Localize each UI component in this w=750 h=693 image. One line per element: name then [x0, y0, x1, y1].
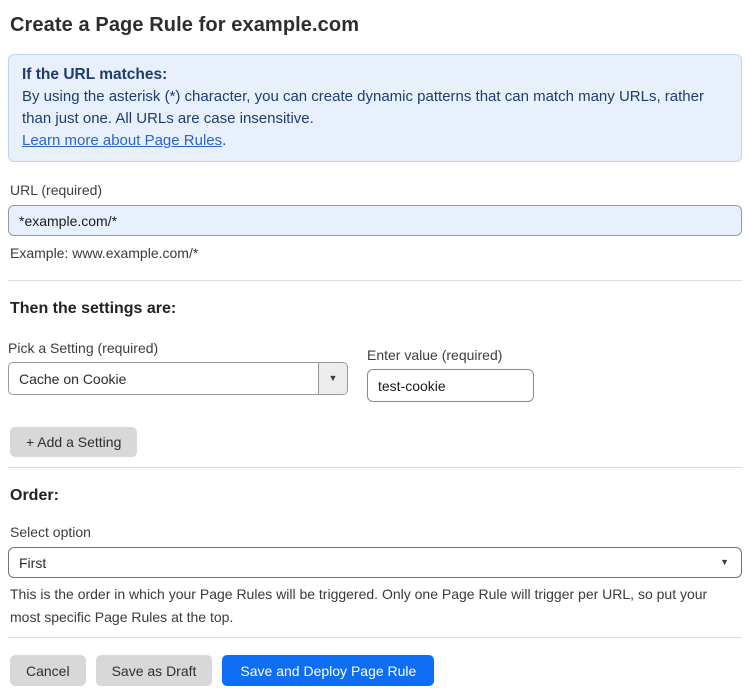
order-select[interactable]: First ▼ [8, 547, 742, 578]
save-and-deploy-button[interactable]: Save and Deploy Page Rule [222, 655, 435, 686]
setting-picker-column: Pick a Setting (required) Cache on Cooki… [8, 340, 348, 402]
order-helper-text: This is the order in which your Page Rul… [10, 586, 708, 625]
add-setting-button[interactable]: + Add a Setting [10, 427, 138, 457]
link-suffix: . [222, 132, 227, 149]
url-input[interactable] [8, 205, 742, 236]
settings-row: Pick a Setting (required) Cache on Cooki… [8, 340, 742, 402]
footer-button-row: Cancel Save as Draft Save and Deploy Pag… [10, 655, 742, 686]
divider [8, 280, 742, 281]
setting-value-label: Enter value (required) [367, 347, 503, 363]
info-box-link-line: Learn more about Page Rules. [22, 130, 728, 152]
order-select-value: First [19, 554, 47, 571]
setting-value-input[interactable] [367, 369, 534, 402]
setting-select-arrow-button[interactable]: ▼ [318, 363, 347, 394]
page-title: Create a Page Rule for example.com [10, 14, 360, 36]
url-match-info-box: If the URL matches: By using the asteris… [8, 54, 742, 162]
setting-select[interactable]: Cache on Cookie ▼ [8, 362, 348, 395]
chevron-down-icon: ▼ [720, 557, 729, 567]
info-box-heading: If the URL matches: [22, 66, 168, 83]
url-field-label: URL (required) [10, 182, 103, 198]
order-select-label: Select option [10, 524, 91, 540]
info-box-body: By using the asterisk (*) character, you… [22, 88, 704, 127]
cancel-button[interactable]: Cancel [10, 655, 86, 686]
save-as-draft-button[interactable]: Save as Draft [95, 655, 213, 686]
url-helper-text: Example: www.example.com/* [10, 245, 199, 261]
order-section-heading: Order: [10, 487, 59, 504]
setting-select-value: Cache on Cookie [19, 370, 127, 387]
settings-section-heading: Then the settings are: [10, 300, 177, 317]
create-page-rule-panel: Create a Page Rule for example.com If th… [0, 0, 750, 686]
chevron-down-icon: ▼ [328, 373, 338, 383]
setting-value-column: Enter value (required) [367, 347, 534, 402]
setting-picker-label: Pick a Setting (required) [8, 340, 159, 356]
divider [8, 467, 742, 468]
learn-more-link[interactable]: Learn more about Page Rules [22, 132, 222, 149]
divider [8, 637, 742, 638]
